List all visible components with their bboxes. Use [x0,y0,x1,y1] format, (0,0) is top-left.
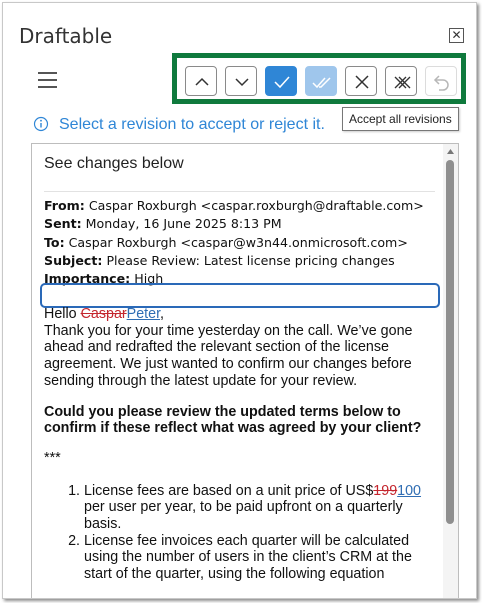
accept-all-revisions-button[interactable] [305,66,337,96]
check-icon [274,76,290,89]
chevron-down-icon [235,78,249,87]
list-item: License fees are based on a unit price o… [84,483,439,533]
close-button[interactable]: ✕ [449,28,464,43]
revision-toolbar [172,53,466,104]
deleted-text[interactable]: 199 [373,483,397,499]
scroll-up-icon[interactable] [446,148,455,156]
double-check-icon [312,77,331,89]
accept-revision-button[interactable] [265,66,297,96]
chevron-up-icon [195,77,209,86]
previous-revision-button[interactable] [185,66,217,96]
info-icon [33,116,49,132]
question-paragraph: Could you please review the updated term… [44,403,422,437]
divider [44,191,435,192]
to-line: To: Caspar Roxburgh <caspar@w3n44.onmicr… [44,234,408,250]
subject-line: Subject: Please Review: Latest license p… [44,252,395,268]
menu-icon[interactable] [38,72,57,88]
inserted-text[interactable]: 100 [397,483,421,499]
inserted-text[interactable]: Peter [127,306,160,322]
deleted-text[interactable]: Caspar [81,306,127,322]
next-revision-button[interactable] [225,66,257,96]
scroll-thumb[interactable] [446,160,454,524]
app-title: Draftable [19,24,113,48]
tooltip: Accept all revisions [342,107,459,131]
separator-text: *** [44,449,61,466]
document-preview: See changes below From: Caspar Roxburgh … [31,143,459,598]
double-x-icon [394,76,411,89]
info-message: Select a revision to accept or reject it… [59,116,325,133]
body-paragraph: Thank you for your time yesterday on the… [44,322,413,389]
sent-line: Sent: Monday, 16 June 2025 8:13 PM [44,216,282,232]
add-in-pane: Draftable ✕ Accept all revisions Select … [2,2,477,599]
list-item: License fee invoices each quarter will b… [84,533,439,583]
email-headers: From: Caspar Roxburgh <caspar.roxburgh@d… [44,197,424,288]
selected-revision-highlight[interactable] [40,283,440,308]
terms-list: License fees are based on a unit price o… [44,483,439,583]
document-heading: See changes below [44,155,184,172]
greeting: Hello CasparPeter, [44,306,165,322]
from-line: From: Caspar Roxburgh <caspar.roxburgh@d… [44,198,424,213]
undo-icon [433,75,449,91]
reject-all-revisions-button[interactable] [385,66,417,96]
undo-button[interactable] [425,66,457,96]
email-body: Hello CasparPeter, Thank you for your ti… [44,306,439,583]
scrollbar[interactable] [443,144,458,598]
reject-revision-button[interactable] [345,66,377,96]
x-icon [355,75,369,89]
